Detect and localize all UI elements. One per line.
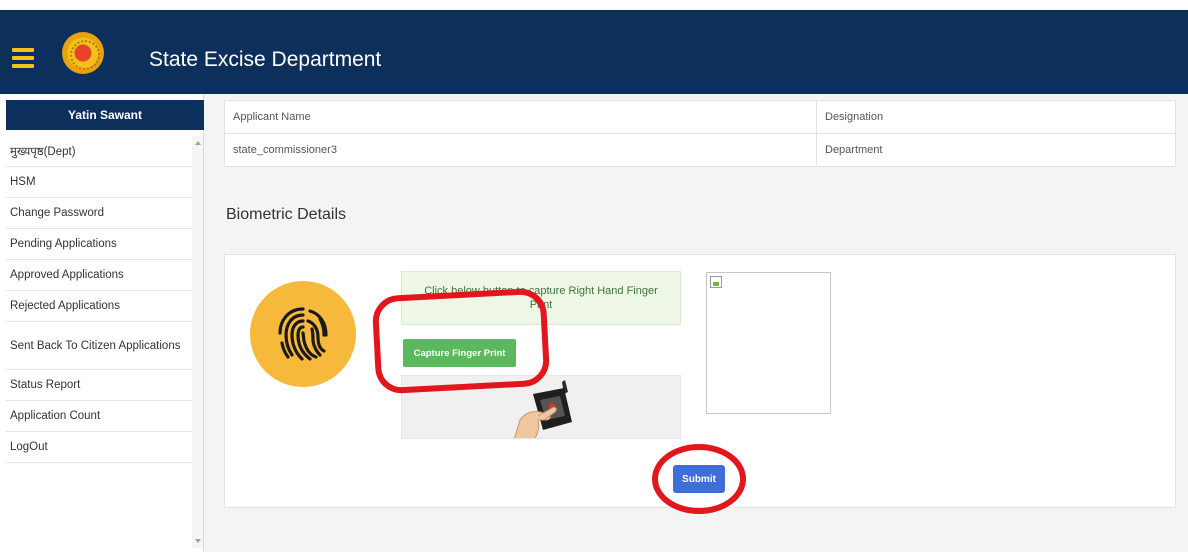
sidebar-item-pending-applications[interactable]: Pending Applications bbox=[6, 229, 192, 260]
sidebar-menu: मुख्यपृष्ठ(Dept) HSM Change Password Pen… bbox=[6, 136, 192, 463]
sidebar-item-sent-back[interactable]: Sent Back To Citizen Applications bbox=[6, 322, 192, 370]
applicant-table: Applicant Name Designation state_commiss… bbox=[224, 100, 1176, 167]
sidebar-item-change-password[interactable]: Change Password bbox=[6, 198, 192, 229]
sidebar-item-rejected-applications[interactable]: Rejected Applications bbox=[6, 291, 192, 322]
capture-fingerprint-button[interactable]: Capture Finger Print bbox=[403, 339, 516, 367]
sidebar-item-approved-applications[interactable]: Approved Applications bbox=[6, 260, 192, 291]
table-row: Applicant Name Designation bbox=[224, 100, 1176, 134]
app-title: State Excise Department bbox=[149, 48, 382, 71]
sidebar: Yatin Sawant मुख्यपृष्ठ(Dept) HSM Change… bbox=[0, 94, 204, 552]
section-title: Biometric Details bbox=[226, 206, 347, 223]
scroll-down-icon[interactable] bbox=[195, 539, 201, 543]
biometric-panel: Click below button to capture Right Hand… bbox=[224, 254, 1176, 508]
hamburger-icon[interactable] bbox=[12, 48, 34, 68]
user-name: Yatin Sawant bbox=[6, 100, 204, 130]
sidebar-item-home[interactable]: मुख्यपृष्ठ(Dept) bbox=[6, 136, 192, 167]
app-header: State Excise Department bbox=[0, 10, 1188, 94]
sidebar-item-status-report[interactable]: Status Report bbox=[6, 370, 192, 401]
scroll-up-icon[interactable] bbox=[195, 141, 201, 145]
fingerprint-icon bbox=[250, 281, 356, 387]
instruction-message: Click below button to capture Right Hand… bbox=[401, 271, 681, 325]
table-cell: Department bbox=[816, 133, 1176, 167]
table-cell: state_commissioner3 bbox=[224, 133, 817, 167]
main-content: Applicant Name Designation state_commiss… bbox=[204, 94, 1188, 552]
table-row: state_commissioner3 Department bbox=[224, 133, 1176, 167]
scanner-illustration bbox=[401, 375, 681, 439]
sidebar-item-hsm[interactable]: HSM bbox=[6, 167, 192, 198]
sidebar-scrollbar[interactable] bbox=[192, 136, 203, 548]
sidebar-item-application-count[interactable]: Application Count bbox=[6, 401, 192, 432]
table-cell: Designation bbox=[816, 100, 1176, 134]
emblem-icon bbox=[62, 32, 104, 74]
fingerprint-preview bbox=[706, 272, 831, 414]
table-cell: Applicant Name bbox=[224, 100, 817, 134]
broken-image-icon bbox=[710, 276, 722, 288]
submit-button[interactable]: Submit bbox=[673, 465, 725, 493]
sidebar-item-logout[interactable]: LogOut bbox=[6, 432, 192, 463]
